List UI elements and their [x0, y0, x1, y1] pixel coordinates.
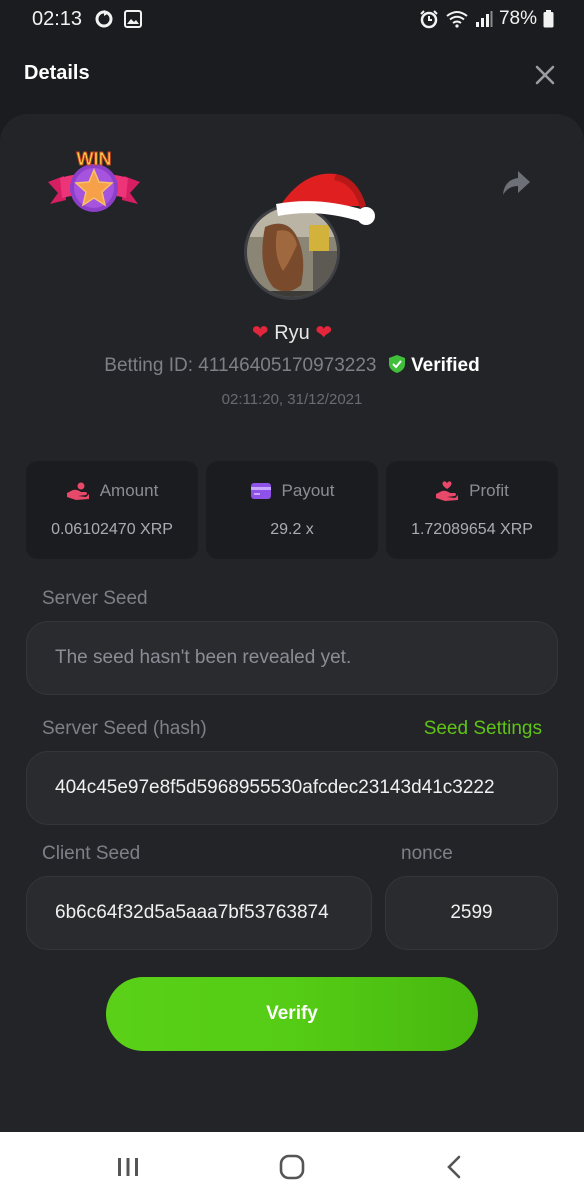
verified-shield-icon	[388, 355, 405, 373]
bet-timestamp: 02:11:20, 31/12/2021	[221, 391, 363, 408]
battery-percent: 78%	[498, 8, 537, 29]
username: Ryu	[274, 322, 310, 344]
hand-heart-icon	[436, 481, 459, 501]
server-seed-hash-label: Server Seed (hash)	[42, 718, 207, 739]
win-badge-icon: WIN	[48, 149, 140, 212]
heart-icon: ❤	[251, 322, 269, 344]
stat-value: 29.2 x	[270, 521, 314, 538]
stat-payout: Payout 29.2 x	[206, 461, 378, 559]
heart-icon: ❤	[315, 322, 333, 344]
win-badge: WIN	[46, 148, 142, 220]
server-seed-label: Server Seed	[42, 588, 148, 609]
verify-button[interactable]: Verify	[106, 977, 478, 1051]
back-icon[interactable]	[444, 1155, 464, 1179]
gallery-icon	[124, 10, 142, 28]
stat-value: 1.72089654 XRP	[411, 521, 533, 538]
alarm-icon	[420, 10, 438, 29]
share-icon	[503, 171, 530, 195]
stat-label: Amount	[99, 481, 159, 500]
status-time: 02:13	[32, 8, 83, 30]
status-bar: 02:13 78%	[0, 0, 584, 36]
client-seed-label: Client Seed	[42, 843, 141, 864]
stat-label: Payout	[281, 481, 335, 500]
verified-label: Verified	[411, 355, 480, 376]
server-seed-field[interactable]: The seed hasn't been revealed yet.	[26, 621, 558, 695]
client-seed-value: 6b6c64f32d5a5aaa7bf53763874	[55, 902, 329, 923]
header: Details	[0, 36, 584, 114]
server-seed-hash-field[interactable]: 404c45e97e8f5d5968955530afcdec23143d41c3…	[26, 751, 558, 825]
server-seed-hash-value: 404c45e97e8f5d5968955530afcdec23143d41c3…	[55, 777, 495, 798]
nonce-label: nonce	[401, 843, 453, 864]
page-title: Details	[24, 62, 90, 84]
system-nav-bar	[0, 1132, 584, 1200]
server-seed-value: The seed hasn't been revealed yet.	[55, 647, 352, 668]
client-seed-input[interactable]: 6b6c64f32d5a5aaa7bf53763874	[26, 876, 372, 950]
battery-icon	[543, 10, 554, 28]
nonce-input[interactable]: 2599	[385, 876, 558, 950]
seed-settings-link[interactable]: Seed Settings	[424, 718, 542, 740]
signal-icon	[475, 11, 493, 27]
santa-hat-icon	[276, 173, 375, 225]
stat-label: Profit	[469, 481, 509, 500]
stat-amount: Amount 0.06102470 XRP	[26, 461, 198, 559]
user-avatar	[242, 166, 378, 300]
svg-text:WIN: WIN	[77, 149, 112, 169]
wallet-card-icon	[250, 483, 271, 499]
stat-value: 0.06102470 XRP	[51, 521, 173, 538]
wifi-icon	[446, 11, 468, 28]
stat-profit: Profit 1.72089654 XRP	[386, 461, 558, 559]
betting-id-row: Betting ID: 41146405170973223 Verified	[0, 354, 584, 377]
hand-coin-icon	[66, 482, 89, 500]
recent-apps-icon[interactable]	[116, 1156, 140, 1178]
username-row: ❤ Ryu ❤	[0, 320, 584, 345]
share-button[interactable]	[500, 168, 532, 198]
nonce-value: 2599	[450, 902, 493, 923]
close-button[interactable]	[532, 62, 558, 88]
betting-id: Betting ID: 41146405170973223	[104, 355, 377, 376]
sync-icon	[95, 10, 113, 28]
close-icon	[535, 65, 555, 85]
home-icon[interactable]	[279, 1154, 305, 1180]
